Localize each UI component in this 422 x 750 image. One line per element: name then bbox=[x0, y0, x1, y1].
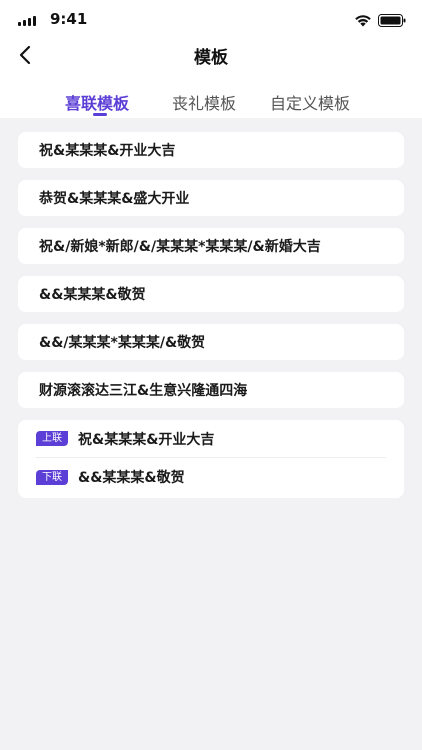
template-item[interactable]: 祝&某某某&开业大吉 bbox=[18, 132, 404, 168]
tab-wedding-templates[interactable]: 喜联模板 bbox=[65, 90, 129, 114]
lower-couplet-row: 下联 &&某某某&敬贺 bbox=[36, 458, 386, 496]
tab-indicator bbox=[93, 113, 107, 116]
header-area: 9:41 模板 喜联模板 丧礼模板 自定义模板 bbox=[0, 0, 422, 118]
wifi-icon bbox=[355, 15, 371, 27]
lower-couplet-badge: 下联 bbox=[36, 469, 68, 485]
upper-couplet-row: 上联 祝&某某某&开业大吉 bbox=[36, 420, 386, 458]
template-item[interactable]: &&/某某某*某某某/&敬贺 bbox=[18, 324, 404, 360]
status-bar: 9:41 bbox=[0, 0, 422, 40]
nav-bar: 模板 bbox=[0, 40, 422, 70]
upper-couplet-text: 祝&某某某&开业大吉 bbox=[78, 431, 215, 448]
lower-couplet-text: &&某某某&敬贺 bbox=[78, 470, 185, 486]
template-item[interactable]: 祝&/新娘*新郎/&/某某某*某某某/&新婚大吉 bbox=[18, 228, 404, 264]
tab-funeral-templates[interactable]: 丧礼模板 bbox=[172, 90, 236, 114]
tab-custom-templates[interactable]: 自定义模板 bbox=[270, 90, 350, 114]
template-item[interactable]: &&某某某&敬贺 bbox=[18, 276, 404, 312]
upper-couplet-badge: 上联 bbox=[36, 431, 68, 446]
couplet-template-item[interactable]: 上联 祝&某某某&开业大吉 下联 &&某某某&敬贺 bbox=[18, 420, 404, 498]
tab-bar: 喜联模板 丧礼模板 自定义模板 bbox=[0, 88, 422, 118]
status-time: 9:41 bbox=[50, 10, 88, 28]
template-list: 祝&某某某&开业大吉 恭贺&某某某&盛大开业 祝&/新娘*新郎/&/某某某*某某… bbox=[18, 132, 404, 498]
page-title: 模板 bbox=[194, 48, 228, 68]
template-item[interactable]: 恭贺&某某某&盛大开业 bbox=[18, 180, 404, 216]
battery-icon bbox=[378, 14, 406, 27]
signal-icon bbox=[18, 16, 36, 26]
template-item[interactable]: 财源滚滚达三江&生意兴隆通四海 bbox=[18, 372, 404, 408]
